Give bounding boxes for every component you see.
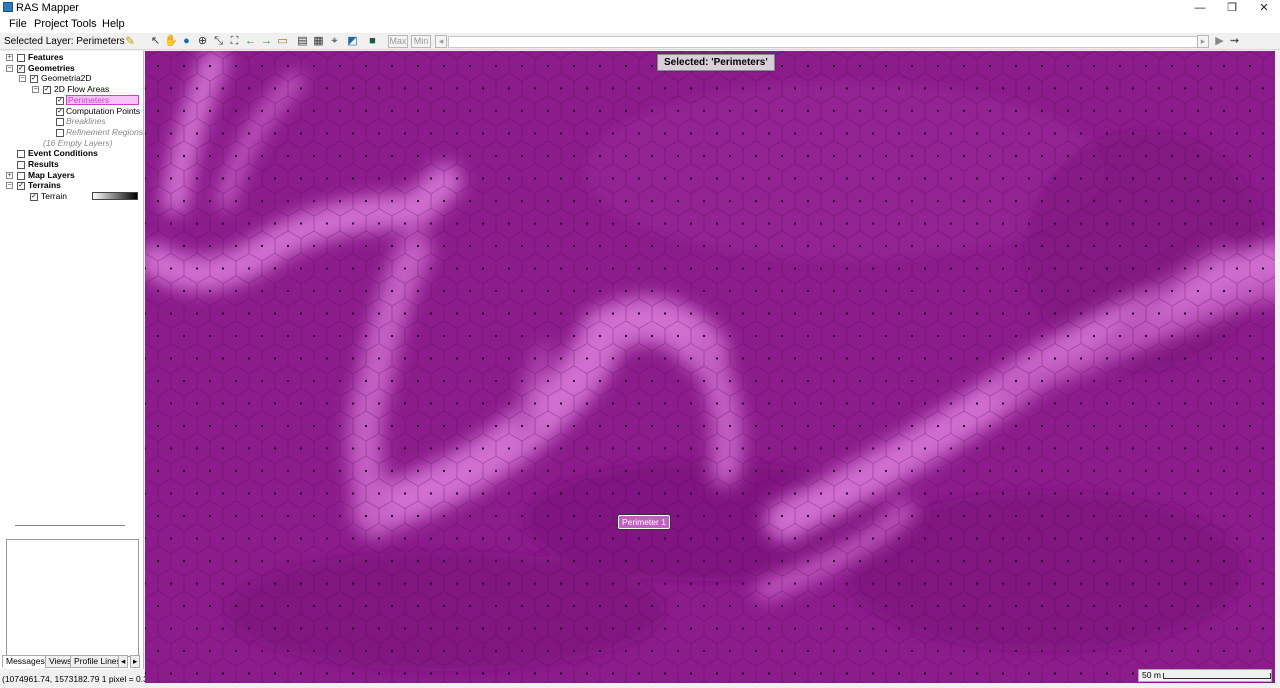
checkbox[interactable] (17, 172, 25, 180)
title-bar: RAS Mapper — ❐ ✕ (0, 0, 1280, 16)
collapse-icon[interactable]: − (19, 75, 26, 82)
checkbox-checked[interactable]: ✓ (30, 75, 38, 83)
expand-icon[interactable]: + (6, 54, 13, 61)
scale-label: 50 m (1142, 670, 1161, 680)
edit-pencil-icon[interactable]: ✎ (125, 35, 137, 47)
app-icon (3, 2, 13, 12)
expand-icon[interactable]: + (6, 172, 13, 179)
min-button[interactable]: Min (411, 35, 431, 48)
globe-icon[interactable]: ● (180, 35, 193, 48)
collapse-icon[interactable]: − (32, 86, 39, 93)
scale-line (1163, 673, 1271, 679)
checkbox-checked[interactable]: ✓ (30, 193, 38, 201)
tab-scroll-left[interactable]: ◂ (118, 655, 129, 668)
select-arrow-icon[interactable]: ↖ (149, 35, 162, 48)
checkbox[interactable] (17, 161, 25, 169)
measure-icon[interactable]: ▭ (276, 35, 289, 48)
tree-label-terrain: Terrain (41, 191, 67, 201)
forward-arrow-icon[interactable]: → (260, 35, 273, 48)
perimeter-label[interactable]: Perimeter 1 (618, 515, 670, 529)
tree-label-flow-areas: 2D Flow Areas (54, 84, 110, 94)
zoom-in-icon[interactable]: ⊕ (196, 35, 209, 48)
menu-bar: File Project Tools Help (0, 16, 1280, 33)
tree-label-results: Results (28, 159, 59, 169)
tree-label-breaklines: Breaklines (66, 116, 106, 126)
terrain-mesh-map[interactable] (145, 51, 1275, 683)
tree-label-event-conditions: Event Conditions (28, 148, 98, 158)
terrain-color-ramp[interactable] (92, 192, 138, 200)
close-button[interactable]: ✕ (1248, 0, 1280, 16)
toolbar: Selected Layer: Perimeters ✎ ↖ ✋ ● ⊕ ⤡ ⛶… (0, 33, 1280, 50)
tree-label-geometria: Geometria2D (41, 73, 92, 83)
checkbox[interactable] (17, 54, 25, 62)
tab-scroll-right[interactable]: ▸ (130, 655, 141, 668)
checkbox-checked[interactable]: ✓ (56, 108, 64, 116)
table-icon[interactable]: ▦ (312, 35, 325, 48)
checkbox-checked[interactable]: ✓ (17, 182, 25, 190)
menu-tools[interactable]: Tools (71, 18, 97, 30)
layers-icon[interactable]: ◩ (346, 35, 359, 48)
profile-icon[interactable]: ▤ (296, 35, 309, 48)
pan-hand-icon[interactable]: ✋ (164, 35, 178, 48)
time-slider[interactable] (448, 36, 1206, 48)
collapse-icon[interactable]: − (6, 65, 13, 72)
collapse-icon[interactable]: − (6, 182, 13, 189)
window-title: RAS Mapper (16, 2, 79, 14)
map-view[interactable]: Selected: 'Perimeters' Perimeter 1 50 m (145, 51, 1275, 683)
checkbox-checked[interactable]: ✓ (17, 65, 25, 73)
checkbox[interactable] (56, 118, 64, 126)
zoom-extent-icon[interactable]: ⤡ (212, 35, 225, 48)
animate-icon[interactable]: ⇝ (1228, 35, 1241, 48)
time-prev-button[interactable]: ◂ (435, 35, 447, 48)
max-button[interactable]: Max (388, 35, 408, 48)
menu-file[interactable]: File (9, 18, 27, 30)
menu-project[interactable]: Project (34, 18, 68, 30)
selected-layer-label: Selected Layer: Perimeters (4, 36, 125, 47)
status-coordinates: (1074961.74, 1573182.79 1 pixel = 0.31 (0, 672, 145, 688)
menu-help[interactable]: Help (102, 18, 125, 30)
computation-mesh (145, 51, 1275, 683)
tree-label-perimeters: Perimeters (66, 95, 139, 105)
back-arrow-icon[interactable]: ← (244, 35, 257, 48)
messages-box[interactable] (6, 539, 139, 657)
checkbox[interactable] (17, 150, 25, 158)
identify-icon[interactable]: ⌖ (328, 35, 341, 48)
tab-strip: Messages Views Profile Lines ◂ ▸ (2, 655, 142, 669)
play-icon[interactable]: ▶ (1213, 35, 1226, 48)
layer-tree-panel: + Features − ✓ Geometries − ✓ Geometria2… (0, 51, 144, 669)
plot-icon[interactable]: ■ (366, 35, 379, 48)
tree-label-features: Features (28, 52, 64, 62)
checkbox-checked[interactable]: ✓ (56, 97, 64, 105)
checkbox[interactable] (56, 129, 64, 137)
full-extent-icon[interactable]: ⛶ (228, 35, 241, 48)
scale-bar: 50 m (1138, 669, 1272, 682)
tab-profile-lines[interactable]: Profile Lines (70, 655, 125, 668)
minimize-button[interactable]: — (1184, 0, 1216, 16)
checkbox-checked[interactable]: ✓ (43, 86, 51, 94)
tree-label-terrains: Terrains (28, 180, 61, 190)
panel-splitter[interactable] (15, 525, 125, 526)
maximize-button[interactable]: ❐ (1216, 0, 1248, 16)
selected-layer-banner: Selected: 'Perimeters' (657, 54, 775, 71)
time-next-button[interactable]: ▸ (1197, 35, 1209, 48)
tab-messages[interactable]: Messages (2, 655, 49, 668)
tree-label-refinement-regions: Refinement Regions (66, 127, 144, 137)
